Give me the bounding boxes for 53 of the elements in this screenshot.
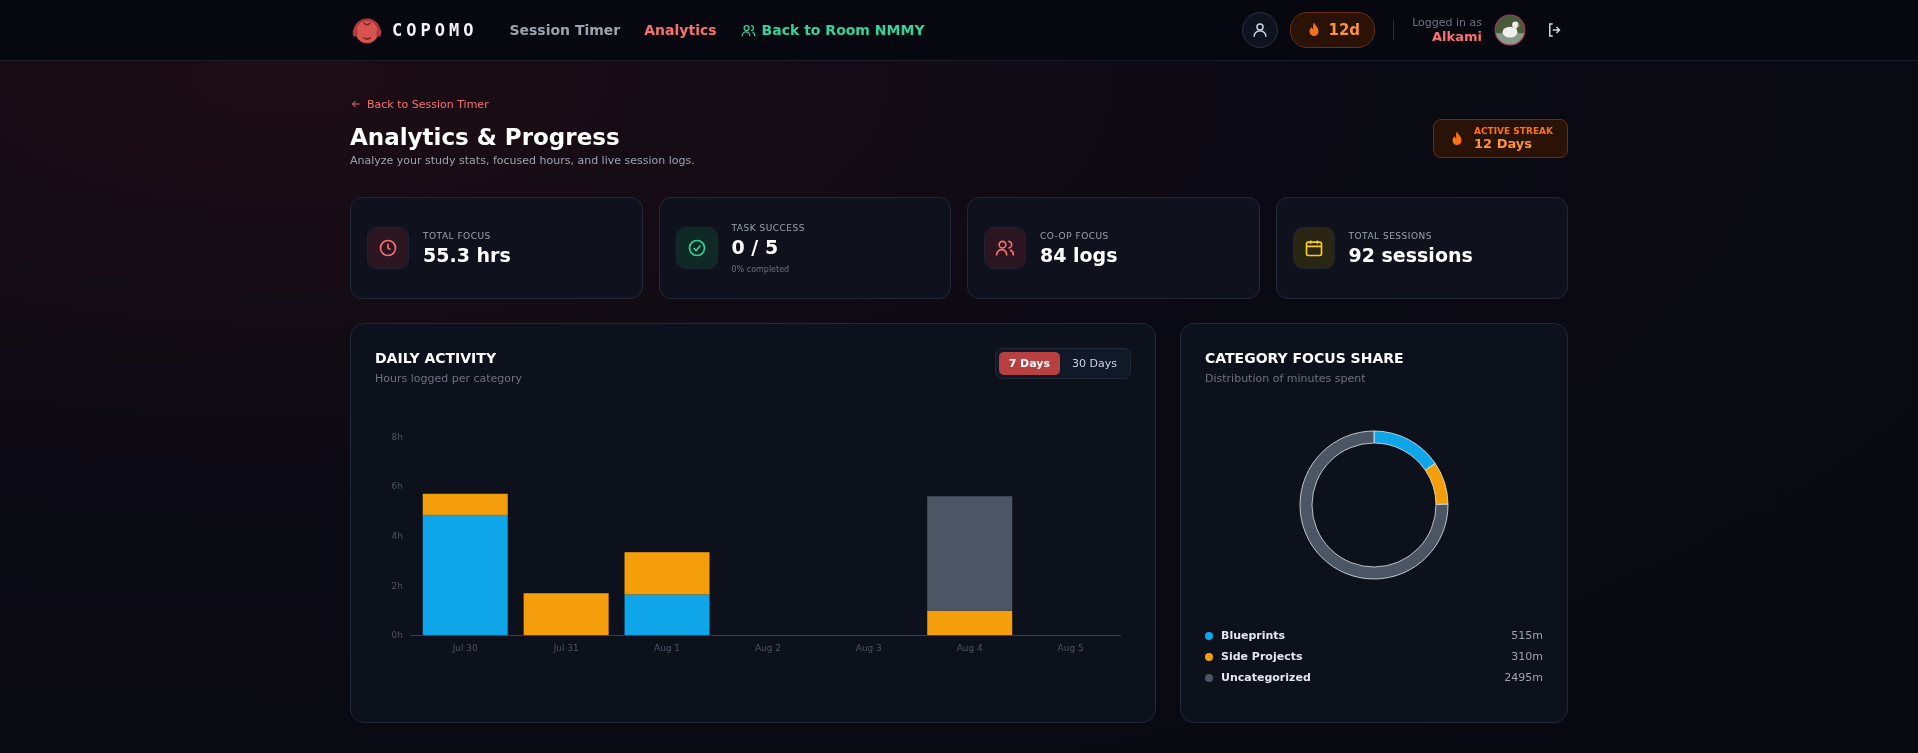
x-axis-label: Aug 2 xyxy=(754,643,781,654)
legend-value: 515m xyxy=(1511,629,1543,642)
brand-name: COPOMO xyxy=(392,20,478,40)
stat-label: TOTAL SESSIONS xyxy=(1348,230,1433,241)
stat-icon xyxy=(367,227,409,269)
x-axis-label: Jul 30 xyxy=(452,643,478,654)
logged-in-label: Logged in as xyxy=(1412,16,1482,29)
y-axis-label: 6h xyxy=(391,481,403,492)
range-tab[interactable]: 7 Days xyxy=(998,352,1061,375)
page-title: Analytics & Progress xyxy=(350,124,621,150)
stat-note: 0% completed xyxy=(731,264,791,274)
legend-value: 310m xyxy=(1511,650,1543,663)
legend-value: 2495m xyxy=(1504,671,1543,684)
x-axis-label: Aug 1 xyxy=(654,643,680,654)
nav-link[interactable]: Back to Room NMMY xyxy=(740,22,925,38)
stat-label: TASK SUCCESS xyxy=(731,222,805,233)
users-icon xyxy=(740,22,756,38)
y-axis-label: 4h xyxy=(391,531,403,541)
card-title: DAILY ACTIVITY xyxy=(375,350,498,366)
stat-icon xyxy=(1292,227,1335,269)
y-axis-label: 2h xyxy=(391,580,403,591)
stat-value: 55.3 hrs xyxy=(423,243,511,266)
range-tab[interactable]: 30 Days xyxy=(1062,352,1127,375)
user-icon xyxy=(1250,21,1269,39)
card-title: CATEGORY FOCUS SHARE xyxy=(1205,350,1405,366)
y-axis-label: 8h xyxy=(391,431,403,442)
back-link[interactable]: Back to Session Timer xyxy=(350,97,489,111)
legend-label: Side Projects xyxy=(1221,650,1303,663)
profile-button[interactable] xyxy=(1241,12,1278,48)
stat-value: 84 logs xyxy=(1040,243,1118,266)
stat-icon xyxy=(984,227,1026,269)
streak-badge: 12d xyxy=(1289,12,1376,48)
username: Alkami xyxy=(1432,29,1482,44)
stat-label: CO-OP FOCUS xyxy=(1040,230,1110,241)
stat-value: 0 / 5 xyxy=(731,235,780,258)
nav-link[interactable]: Analytics xyxy=(644,22,717,38)
nav-link[interactable]: Session Timer xyxy=(509,22,621,38)
streak-value: 12 Days xyxy=(1474,136,1534,151)
x-axis-label: Jul 31 xyxy=(553,643,579,654)
x-axis-label: Aug 5 xyxy=(1057,643,1084,654)
legend-label: Blueprints xyxy=(1221,629,1286,642)
streak-label: ACTIVE STREAK xyxy=(1474,126,1553,136)
stat-value: 92 sessions xyxy=(1348,243,1473,266)
arrow-left-icon xyxy=(350,98,362,110)
card-subtitle: Distribution of minutes spent xyxy=(1205,372,1367,385)
card-subtitle: Hours logged per category xyxy=(375,372,523,385)
page-subtitle: Analyze your study stats, focused hours, and live session logs. xyxy=(350,154,695,167)
x-axis-label: Aug 4 xyxy=(956,643,983,654)
stat-label: TOTAL FOCUS xyxy=(423,230,492,241)
stat-icon xyxy=(675,227,718,269)
legend-label: Uncategorized xyxy=(1221,671,1311,684)
y-axis-label: 0h xyxy=(391,630,403,641)
x-axis-label: Aug 3 xyxy=(855,643,882,654)
